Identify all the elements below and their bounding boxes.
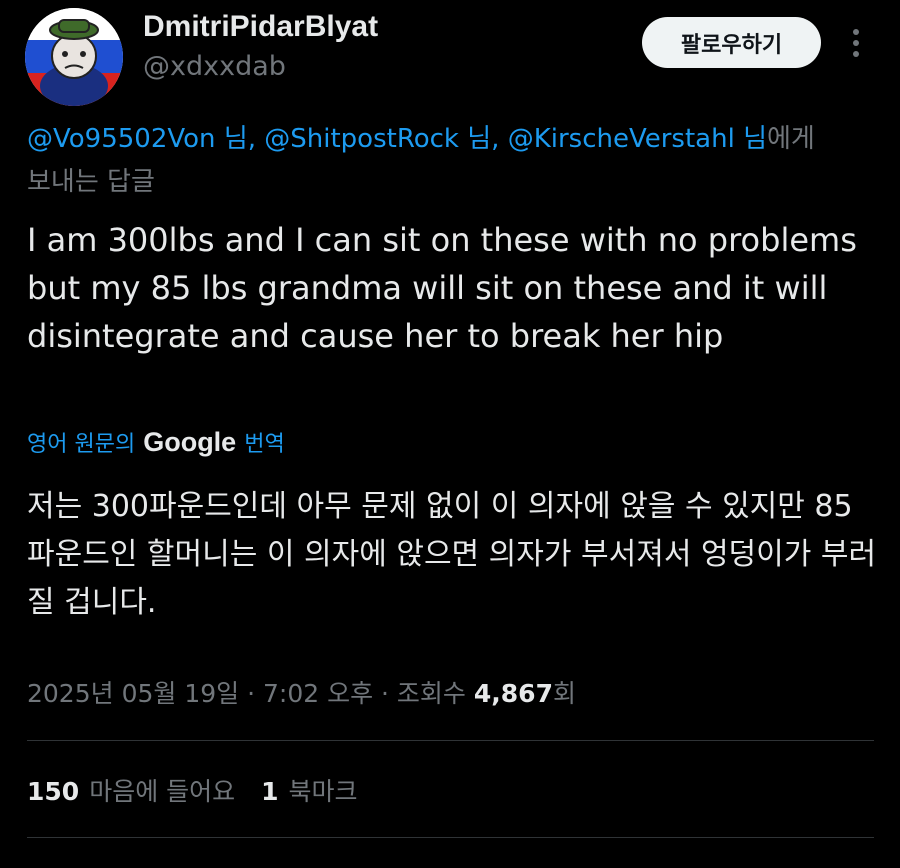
mention-text: @KirscheVerstahl	[507, 124, 735, 154]
mention-separator: ,	[491, 124, 508, 154]
reply-to-tail: 에게	[767, 124, 815, 154]
google-logo: Google	[143, 426, 237, 457]
user-handle[interactable]: @xdxxdab	[143, 51, 286, 82]
tweet-date[interactable]: 2025년 05월 19일	[27, 679, 239, 708]
likes-label: 마음에 들어요	[89, 777, 236, 806]
translation-suffix: 번역	[244, 432, 285, 457]
bookmarks-count: 1	[261, 777, 279, 806]
replying-to: @Vo95502Von 님, @ShitpostRock 님, @Kirsche…	[27, 118, 900, 204]
translation-attribution[interactable]: 영어 원문의 Google 번역	[27, 426, 285, 458]
tweet-metadata: 2025년 05월 19일 · 7:02 오후 · 조회수 4,867회	[27, 674, 576, 710]
mention-text: @Vo95502Von	[27, 124, 216, 154]
mention-suffix: 님	[467, 124, 492, 154]
avatar-icon	[25, 8, 123, 106]
translated-text: 저는 300파운드인데 아무 문제 없이 이 의자에 앉을 수 있지만 85파운…	[27, 489, 877, 620]
mention-text: @ShitpostRock	[264, 124, 459, 154]
avatar[interactable]	[25, 8, 123, 106]
display-name[interactable]: DmitriPidarBlyat	[143, 10, 378, 44]
tweet-time[interactable]: 7:02 오후	[263, 679, 373, 708]
divider	[27, 837, 874, 838]
reply-to-label: 보내는 답글	[27, 167, 155, 197]
translation-prefix: 영어 원문의	[27, 432, 136, 457]
tweet-text: I am 300lbs and I can sit on these with …	[27, 221, 857, 355]
follow-button[interactable]: 팔로우하기	[642, 17, 821, 68]
meta-separator: ·	[239, 679, 263, 708]
mention-suffix: 님	[223, 124, 248, 154]
reply-mention-link[interactable]: @Vo95502Von 님, @ShitpostRock 님, @Kirsche…	[27, 124, 767, 154]
bookmarks-stat[interactable]: 1 북마크	[261, 772, 357, 808]
engagement-stats: 150 마음에 들어요 1 북마크	[27, 772, 384, 808]
views-suffix: 회	[552, 679, 576, 708]
likes-count: 150	[27, 777, 80, 806]
more-vertical-icon[interactable]	[846, 27, 866, 59]
bookmarks-label: 북마크	[288, 777, 358, 806]
tweet-detail: DmitriPidarBlyat @xdxxdab 팔로우하기 @Vo95502…	[0, 0, 900, 868]
views-label: 조회수	[396, 679, 466, 708]
likes-stat[interactable]: 150 마음에 들어요	[27, 772, 235, 808]
views-count: 4,867	[473, 679, 553, 708]
mention-suffix: 님	[743, 124, 767, 154]
meta-separator: ·	[373, 679, 397, 708]
mention-separator: ,	[247, 124, 265, 154]
divider	[27, 740, 874, 741]
